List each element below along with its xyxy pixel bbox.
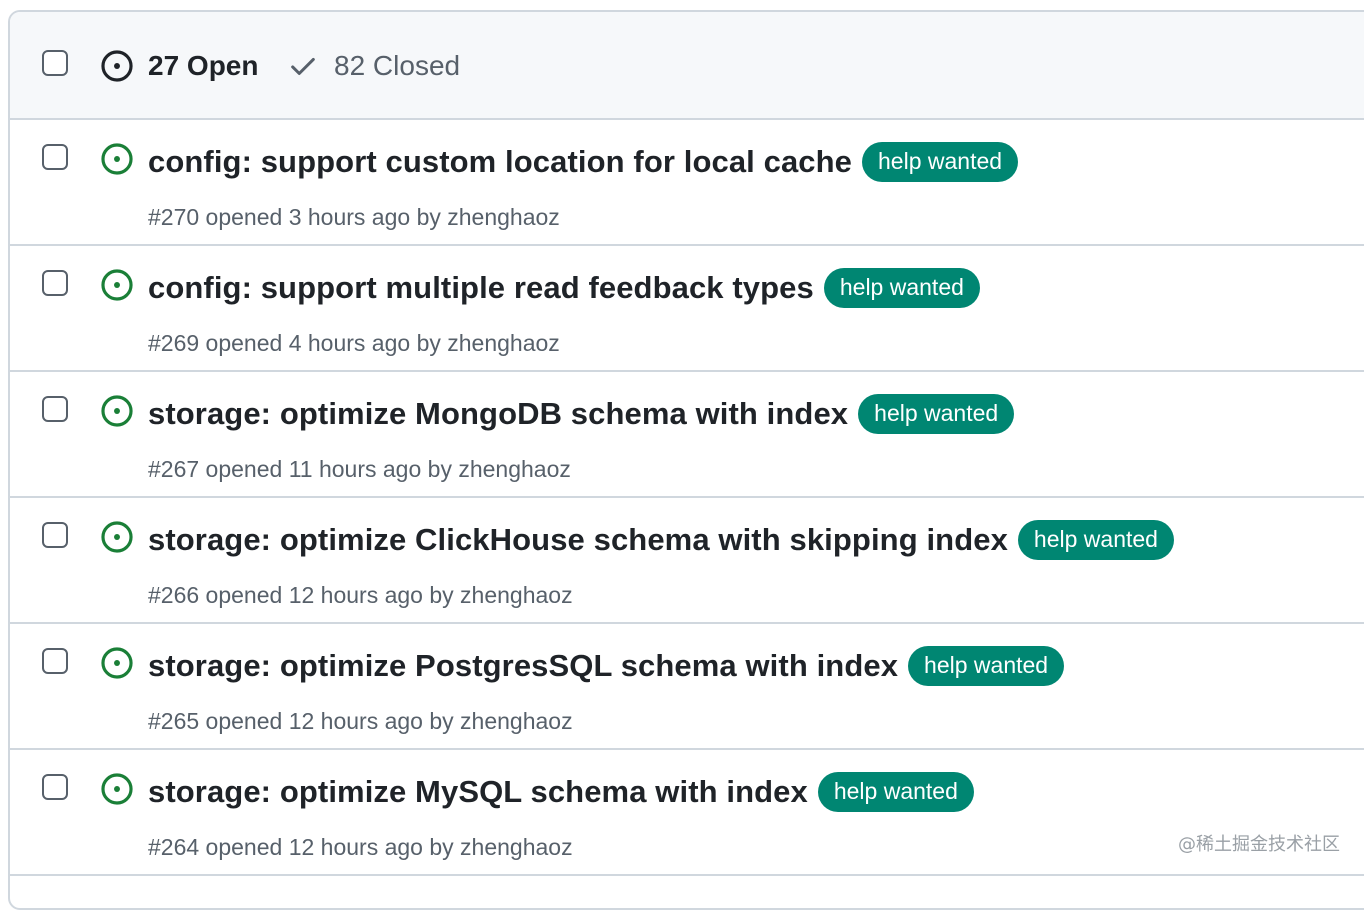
issue-meta: #269 opened 4 hours ago by zhenghaoz <box>148 330 560 357</box>
issue-opened-icon <box>100 772 134 806</box>
closed-issues-filter[interactable]: 82 Closed <box>288 50 460 82</box>
issue-opened-icon <box>100 142 134 176</box>
issue-meta: #265 opened 12 hours ago by zhenghaoz <box>148 708 573 735</box>
label-badge[interactable]: help wanted <box>862 142 1018 182</box>
open-count-label: 27 Open <box>148 50 258 82</box>
issue-row: config: support custom location for loca… <box>10 120 1364 246</box>
issue-meta: #267 opened 11 hours ago by zhenghaoz <box>148 456 571 483</box>
issue-title-link[interactable]: storage: optimize MySQL schema with inde… <box>148 774 808 810</box>
label-badge[interactable]: help wanted <box>858 394 1014 434</box>
open-issues-filter[interactable]: 27 Open <box>100 50 258 82</box>
issues-list-box: 27 Open 82 Closed config: support custom… <box>8 10 1364 910</box>
watermark: @稀土掘金技术社区 <box>1178 830 1340 856</box>
issue-opened-icon <box>100 394 134 428</box>
issue-meta: #266 opened 12 hours ago by zhenghaoz <box>148 582 573 609</box>
issue-row: storage: optimize MongoDB schema with in… <box>10 372 1364 498</box>
issue-title-link[interactable]: storage: optimize ClickHouse schema with… <box>148 522 1008 558</box>
check-icon <box>288 51 318 81</box>
issue-checkbox[interactable] <box>42 774 68 800</box>
issue-title-link[interactable]: config: support custom location for loca… <box>148 144 852 180</box>
select-all-checkbox[interactable] <box>42 50 68 76</box>
issue-row: config: support multiple read feedback t… <box>10 246 1364 372</box>
issue-title-link[interactable]: storage: optimize MongoDB schema with in… <box>148 396 848 432</box>
issue-checkbox[interactable] <box>42 396 68 422</box>
issue-row: storage: optimize PostgresSQL schema wit… <box>10 624 1364 750</box>
label-badge[interactable]: help wanted <box>1018 520 1174 560</box>
issue-meta: #264 opened 12 hours ago by zhenghaoz <box>148 834 573 861</box>
issue-checkbox[interactable] <box>42 270 68 296</box>
issue-checkbox[interactable] <box>42 144 68 170</box>
issue-title-link[interactable]: storage: optimize PostgresSQL schema wit… <box>148 648 898 684</box>
issue-opened-icon <box>100 49 134 83</box>
issue-row: storage: optimize ClickHouse schema with… <box>10 498 1364 624</box>
issue-meta: #270 opened 3 hours ago by zhenghaoz <box>148 204 560 231</box>
label-badge[interactable]: help wanted <box>908 646 1064 686</box>
label-badge[interactable]: help wanted <box>824 268 980 308</box>
issue-opened-icon <box>100 520 134 554</box>
issue-row: storage: optimize MySQL schema with inde… <box>10 750 1364 876</box>
issue-checkbox[interactable] <box>42 648 68 674</box>
closed-count-label: 82 Closed <box>334 50 460 82</box>
issue-title-link[interactable]: config: support multiple read feedback t… <box>148 270 814 306</box>
issue-opened-icon <box>100 646 134 680</box>
issues-list-header: 27 Open 82 Closed <box>10 12 1364 120</box>
label-badge[interactable]: help wanted <box>818 772 974 812</box>
issue-checkbox[interactable] <box>42 522 68 548</box>
issue-opened-icon <box>100 268 134 302</box>
